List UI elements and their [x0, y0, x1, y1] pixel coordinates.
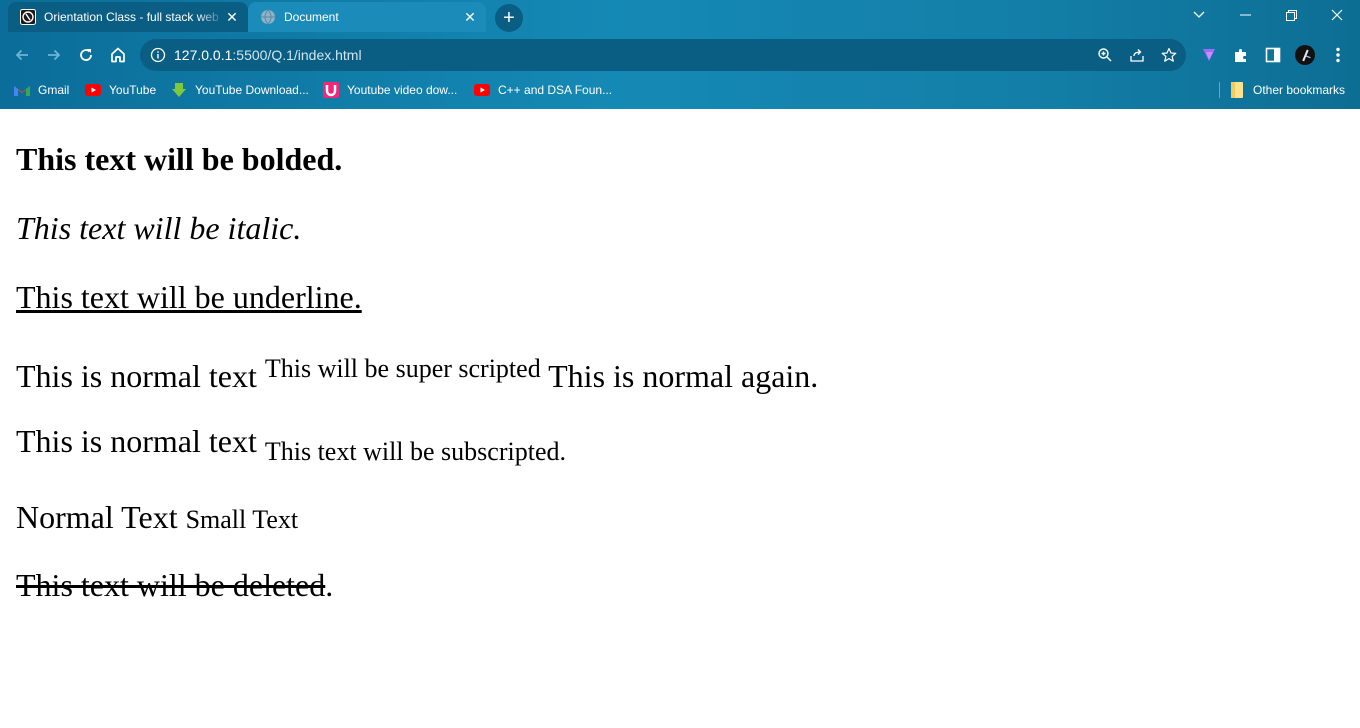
chevron-down-icon: [1193, 11, 1205, 18]
normal-again-text: This is normal again.: [548, 358, 819, 394]
subscript-text: This text will be subscripted: [264, 437, 560, 466]
close-icon: [1331, 9, 1343, 21]
new-tab-button[interactable]: +: [495, 4, 523, 32]
tab-strip: Orientation Class - full stack web ✕ Doc…: [0, 0, 1360, 34]
home-button[interactable]: [104, 41, 132, 69]
zoom-button[interactable]: [1095, 45, 1115, 65]
forward-arrow-icon: [48, 49, 61, 61]
back-arrow-icon: [15, 49, 28, 61]
puzzle-icon: [1235, 49, 1246, 62]
minimize-icon: [1239, 14, 1251, 16]
normal-text: Normal Text: [16, 499, 178, 535]
underline-text: This text will be underline.: [16, 279, 362, 315]
url-host: 127.0.0.1: [174, 47, 233, 63]
deleted-line: This text will be deleted.: [16, 567, 333, 604]
youtube-icon: [85, 82, 101, 98]
download-arrow-icon: [171, 82, 187, 98]
bookmark-label: Other bookmarks: [1253, 83, 1346, 97]
italic-text: This text will be italic.: [16, 210, 302, 246]
extension-logo-icon: [1203, 49, 1215, 61]
menu-button[interactable]: [1328, 45, 1348, 65]
gmail-icon: [14, 82, 30, 98]
superscript-text: This will be super scripted: [264, 354, 541, 383]
bookmark-youtube-download[interactable]: YouTube Download...: [171, 78, 309, 102]
url-path: :5500/Q.1/index.html: [232, 47, 362, 63]
bookmark-separator: [1219, 82, 1220, 98]
bookmark-label: Gmail: [38, 83, 70, 97]
bookmark-cpp-dsa[interactable]: C++ and DSA Foun...: [474, 78, 612, 102]
tab-orientation-class[interactable]: Orientation Class - full stack web ✕: [8, 2, 248, 32]
url-text[interactable]: 127.0.0.1:5500/Q.1/index.html: [174, 47, 362, 63]
close-tab-icon[interactable]: ✕: [224, 9, 240, 25]
bookmark-star-button[interactable]: [1159, 45, 1179, 65]
subscript-line: This is normal text This text will be su…: [16, 423, 566, 467]
share-icon: [1130, 49, 1144, 62]
back-button[interactable]: [8, 41, 36, 69]
period-text: .: [325, 567, 334, 603]
toolbar: 127.0.0.1:5500/Q.1/index.html: [0, 38, 1360, 72]
star-icon: [1161, 47, 1177, 62]
doc-favicon-icon: [20, 9, 36, 25]
minimize-button[interactable]: [1222, 0, 1268, 30]
bookmark-youtube-video-download[interactable]: Youtube video dow...: [323, 78, 457, 102]
bookmark-label: Youtube video dow...: [347, 83, 458, 97]
side-panel-button[interactable]: [1263, 45, 1283, 65]
reload-button[interactable]: [72, 41, 100, 69]
extensions-button[interactable]: [1231, 45, 1251, 65]
close-tab-icon[interactable]: ✕: [462, 9, 478, 25]
subscript-period: .: [559, 437, 566, 466]
kebab-menu-icon: [1336, 47, 1340, 63]
forward-button[interactable]: [40, 41, 68, 69]
bookmark-gmail[interactable]: Gmail: [14, 78, 69, 102]
bookmark-youtube[interactable]: YouTube: [85, 78, 156, 102]
info-icon[interactable]: [150, 47, 166, 63]
reload-icon: [80, 49, 92, 61]
small-line: Normal Text Small Text: [16, 499, 298, 536]
restore-button[interactable]: [1268, 0, 1314, 30]
deleted-text: This text will be deleted: [16, 567, 326, 603]
tab-title: Orientation Class - full stack web: [44, 10, 219, 24]
share-button[interactable]: [1127, 45, 1147, 65]
browser-chrome: Orientation Class - full stack web ✕ Doc…: [0, 0, 1360, 109]
home-icon: [111, 47, 125, 63]
other-bookmarks-button[interactable]: Other bookmarks: [1229, 78, 1345, 102]
folder-icon: [1229, 82, 1245, 98]
zoom-icon: [1098, 48, 1112, 62]
tab-document[interactable]: Document ✕: [248, 2, 486, 32]
profile-button[interactable]: [1295, 45, 1315, 65]
youtube-icon: [474, 82, 490, 98]
bookmark-label: C++ and DSA Foun...: [498, 83, 613, 97]
bookmark-label: YouTube Download...: [195, 83, 309, 97]
tab-search-button[interactable]: [1176, 0, 1222, 30]
extension-button[interactable]: [1199, 45, 1219, 65]
bold-text: This text will be bolded.: [16, 141, 343, 177]
avatar: [1295, 45, 1315, 65]
bookmarks-bar: Gmail YouTube YouTube Download... Youtub…: [0, 78, 1360, 102]
normal-text: This is normal text: [16, 358, 257, 394]
tab-title: Document: [284, 10, 339, 24]
globe-icon: [261, 9, 275, 25]
bookmark-label: YouTube: [109, 83, 157, 97]
close-window-button[interactable]: [1314, 0, 1360, 30]
normal-text: This is normal text: [16, 423, 257, 459]
page-content: This text will be bolded. This text will…: [0, 109, 1360, 728]
magnet-icon: [323, 82, 339, 98]
small-text: Small Text: [185, 505, 299, 534]
address-bar[interactable]: 127.0.0.1:5500/Q.1/index.html: [140, 39, 1186, 71]
side-panel-icon: [1265, 47, 1281, 63]
superscript-line: This is normal text This will be super s…: [16, 354, 818, 395]
restore-icon: [1285, 9, 1297, 21]
